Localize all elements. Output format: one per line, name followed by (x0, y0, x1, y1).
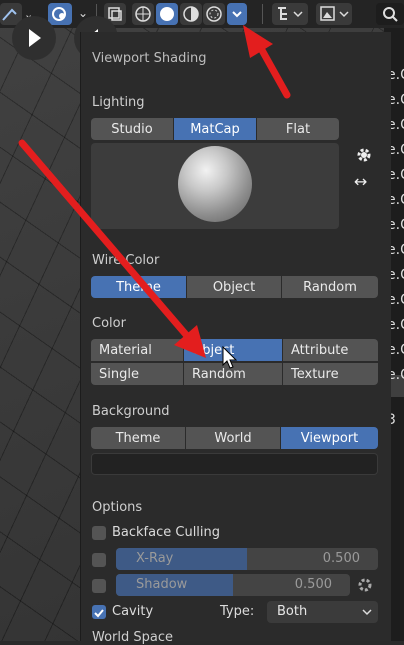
annotation-arrows (18, 25, 291, 358)
annotation-arrow-top-head (243, 25, 273, 58)
annotation-arrow-middle-line (18, 139, 192, 341)
annotation-arrow-top-line (254, 39, 291, 99)
